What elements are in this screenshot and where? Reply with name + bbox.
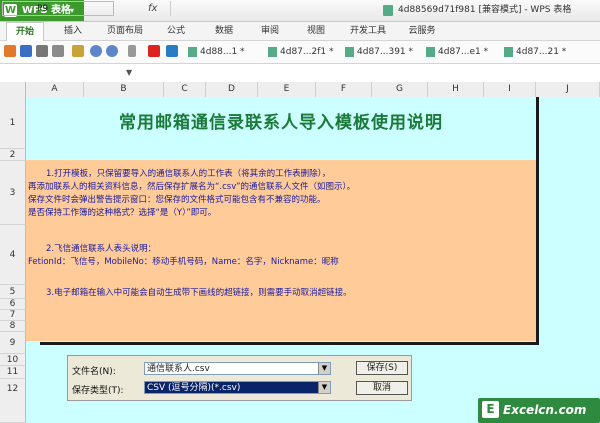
undo-icon[interactable] <box>90 45 102 57</box>
filename-input[interactable]: 通信联系人.csv ▼ <box>144 362 331 375</box>
column-header-c[interactable]: C <box>164 82 206 97</box>
sheet-icon <box>504 47 513 57</box>
row-header-6[interactable]: 6 <box>0 299 26 310</box>
row-header-5[interactable]: 5 <box>0 285 26 299</box>
cancel-button[interactable]: 取消 <box>356 381 408 395</box>
row-header-4[interactable]: 4 <box>0 225 26 285</box>
tab-formula[interactable]: 公式 <box>160 22 192 40</box>
column-header-j[interactable]: J <box>536 82 600 97</box>
doc-tab-1[interactable]: 4d88...1 * <box>186 43 278 61</box>
row-header-8[interactable]: 8 <box>0 321 26 332</box>
print-preview-icon[interactable] <box>52 45 64 57</box>
save-button[interactable]: 保存(S) <box>356 361 408 375</box>
tab-data[interactable]: 数据 <box>208 22 240 40</box>
tab-review[interactable]: 审阅 <box>254 22 286 40</box>
ribbon-tabs: 开始 插入 页面布局 公式 数据 审阅 视图 开发工具 云服务 <box>0 22 600 41</box>
column-header-b[interactable]: B <box>84 82 164 97</box>
sheet-icon <box>426 47 435 57</box>
watermark-text: Excelcn.com <box>503 403 587 417</box>
sheet-title: 常用邮箱通信录联系人导入模板使用说明 <box>119 113 443 133</box>
print-icon[interactable] <box>36 45 48 57</box>
chevron-down-icon[interactable]: ▼ <box>318 363 330 374</box>
instruction-line-2: 再添加联系人的相关资料信息，然后保存扩展名为“.csv”的通信联系人文件（如图示… <box>28 182 356 192</box>
instruction-line-7: 3.电子邮箱在输入中可能会自动生成带下画线的超链接，则需要手动取消超链接。 <box>46 288 352 298</box>
row-header-9[interactable]: 9 <box>0 332 26 354</box>
chevron-down-icon[interactable] <box>128 45 136 57</box>
new-file-icon[interactable] <box>4 45 16 57</box>
row-header-10[interactable]: 10 <box>0 354 26 366</box>
doc-tab-3[interactable]: 4d87...391 * <box>343 43 435 61</box>
row-header-12[interactable]: 12 <box>0 379 26 423</box>
column-header-d[interactable]: D <box>206 82 258 97</box>
redo-icon[interactable] <box>106 45 118 57</box>
formula-input[interactable] <box>170 1 599 16</box>
tab-cloud[interactable]: 云服务 <box>402 22 442 40</box>
column-header-e[interactable]: E <box>258 82 316 97</box>
filename-label: 文件名(N): <box>72 367 116 377</box>
sheet-icon <box>268 47 277 57</box>
quick-toolbar: 4d88...1 * 4d87...2f1 * 4d87...391 * 4d8… <box>0 41 600 64</box>
cube-icon[interactable] <box>166 45 178 57</box>
tab-developer[interactable]: 开发工具 <box>343 22 393 40</box>
column-headers: A B C D E F G H I J <box>0 82 600 98</box>
row-header-2[interactable]: 2 <box>0 149 26 161</box>
instruction-line-4: 是否保持工作簿的这种格式？选择“是（Y）”即可。 <box>28 208 217 218</box>
panel-shadow-bottom <box>40 342 539 345</box>
instruction-line-1: 1.打开模板，只保留要导入的通信联系人的工作表（将其余的工作表删除）， <box>46 169 331 179</box>
sheet-icon <box>345 47 354 57</box>
doc-tab-4[interactable]: 4d87...e1 * <box>424 43 512 61</box>
row-header-7[interactable]: 7 <box>0 310 26 321</box>
fx-icon[interactable]: fx <box>148 0 157 18</box>
tab-insert[interactable]: 插入 <box>56 22 90 40</box>
name-box-dropdown-icon[interactable]: ▼ <box>126 64 132 82</box>
save-icon[interactable] <box>20 45 32 57</box>
instruction-line-5: 2.飞信通信联系人表头说明： <box>46 244 157 254</box>
formula-bar <box>0 64 600 83</box>
tab-home[interactable]: 开始 <box>6 22 44 41</box>
column-header-f[interactable]: F <box>316 82 372 97</box>
chevron-down-icon[interactable]: ▼ <box>318 382 330 393</box>
column-header-h[interactable]: H <box>428 82 484 97</box>
row-header-11[interactable]: 11 <box>0 366 26 379</box>
excelcn-logo-icon: E <box>482 401 499 418</box>
instruction-line-6: FetionId：飞信号，MobileNo：移动手机号码，Name：名字，Nic… <box>28 257 339 267</box>
instruction-line-3: 保存文件时会弹出警告提示窗口：您保存的文件格式可能包含有不兼容的功能。 <box>28 195 326 205</box>
sheet-icon <box>188 47 197 57</box>
format-painter-icon[interactable] <box>72 45 84 57</box>
row-header-3[interactable]: 3 <box>0 161 26 225</box>
column-header-a[interactable]: A <box>26 82 84 97</box>
filetype-select[interactable]: CSV (逗号分隔)(*.csv) ▼ <box>144 381 331 394</box>
tab-page-layout[interactable]: 页面布局 <box>100 22 150 40</box>
row-header-1[interactable]: 1 <box>0 97 26 149</box>
tab-view[interactable]: 视图 <box>300 22 332 40</box>
column-header-g[interactable]: G <box>372 82 428 97</box>
panel-shadow-right <box>536 97 539 343</box>
wps-w-icon[interactable] <box>148 45 160 57</box>
doc-tab-5[interactable]: 4d87...21 * <box>502 43 590 61</box>
select-all-corner[interactable] <box>0 82 26 97</box>
column-header-i[interactable]: I <box>484 82 536 97</box>
save-dialog: 文件名(N): 通信联系人.csv ▼ 保存类型(T): CSV (逗号分隔)(… <box>67 355 412 401</box>
name-box[interactable]: P9 <box>2 1 114 16</box>
filetype-label: 保存类型(T): <box>72 386 124 396</box>
